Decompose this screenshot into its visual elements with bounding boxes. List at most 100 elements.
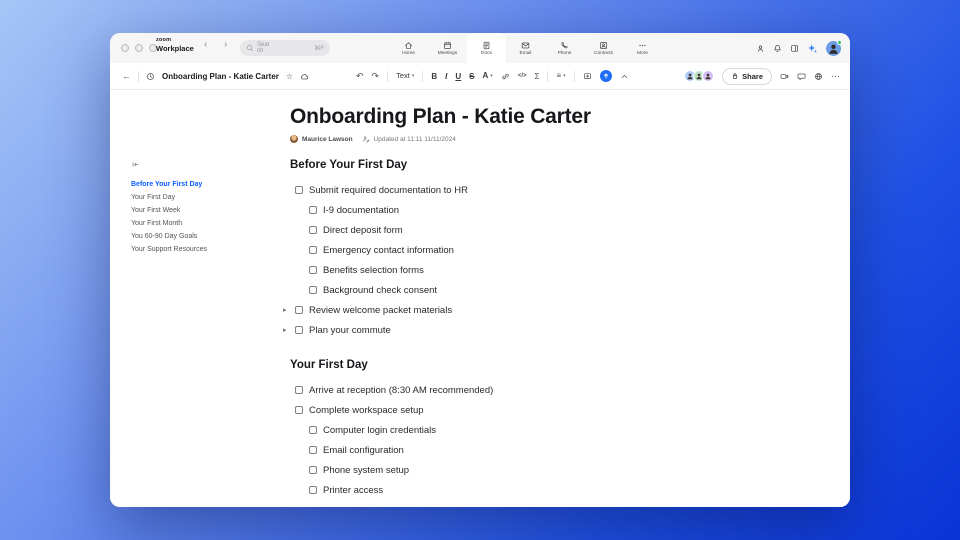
zoom-workplace-logo: zoom Workplace — [156, 37, 194, 52]
insert-link-button[interactable] — [501, 72, 510, 81]
outline-item[interactable]: Your First Month — [131, 217, 261, 230]
doc-byline: Maurice Lawson Updated at 11:11 11/11/20… — [290, 134, 630, 144]
section-heading: Before Your First Day — [290, 159, 408, 171]
block-style-dropdown[interactable]: Text ▾ — [396, 72, 414, 80]
code-block-button[interactable]: </> — [518, 73, 527, 79]
checklist-item[interactable]: Printer access — [290, 480, 630, 500]
checklist-label: Background check consent — [323, 284, 438, 296]
doc-back-button[interactable]: ← — [122, 71, 131, 81]
share-button[interactable]: Share — [722, 67, 772, 85]
doc-toolbar-title: Onboarding Plan - Katie Carter — [162, 71, 279, 81]
collapse-outline-icon[interactable] — [131, 160, 140, 169]
italic-button[interactable]: I — [445, 72, 447, 81]
checklist-item[interactable]: Background check consent — [290, 280, 630, 300]
checkbox[interactable] — [309, 486, 317, 494]
tab-docs[interactable]: Docs — [467, 33, 506, 63]
collaborator-avatar[interactable] — [702, 70, 715, 82]
outline-item[interactable]: Before Your First Day — [131, 178, 261, 191]
tab-more[interactable]: More — [623, 33, 662, 63]
close-window-button[interactable] — [121, 44, 129, 52]
author-name: Maurice Lawson — [302, 135, 353, 143]
undo-button[interactable]: ↶ — [356, 71, 364, 81]
search-shortcut: ⌘F — [314, 45, 324, 52]
checkbox[interactable] — [309, 266, 317, 274]
checkbox[interactable] — [309, 286, 317, 294]
phone-icon — [560, 41, 569, 50]
notifications-bell-icon[interactable] — [773, 44, 782, 53]
outline-item[interactable]: Your First Day — [131, 191, 261, 204]
checkbox[interactable] — [309, 246, 317, 254]
ai-companion-button[interactable] — [599, 70, 612, 82]
nav-forward-button[interactable]: › — [224, 39, 227, 50]
more-options-button[interactable]: ··· — [831, 71, 840, 81]
star-favorite-button[interactable]: ☆ — [286, 72, 293, 81]
add-comment-button[interactable] — [583, 72, 592, 81]
minimize-window-button[interactable] — [135, 44, 143, 52]
checklist-item[interactable]: Complete workspace setup — [290, 400, 630, 420]
home-icon — [404, 41, 413, 50]
tab-label: Meetings — [437, 50, 458, 56]
redo-button[interactable]: ↷ — [372, 71, 380, 81]
checkbox[interactable] — [309, 426, 317, 434]
divider — [547, 70, 549, 82]
checkbox[interactable] — [295, 306, 303, 314]
tab-contacts[interactable]: Contacts — [584, 33, 623, 63]
outline-item[interactable]: Your Support Resources — [131, 243, 261, 256]
side-panel-icon[interactable] — [790, 44, 799, 53]
doc-outline-sidebar: Before Your First Day Your First Day Your … — [131, 160, 261, 256]
underline-button[interactable]: U — [455, 72, 461, 81]
toggle-arrow-icon[interactable]: ▸ — [283, 306, 287, 314]
checkbox[interactable] — [309, 446, 317, 454]
checklist-item[interactable]: Submit required documentation to HR — [290, 180, 630, 200]
toggle-arrow-icon[interactable]: ▸ — [283, 326, 287, 334]
search-input[interactable]: Search ⌘F — [240, 40, 330, 56]
alignment-dropdown[interactable]: ≡ ▾ — [556, 72, 565, 80]
checklist-item[interactable]: I-9 documentation — [290, 200, 630, 220]
checklist-item[interactable]: Computer login credentials — [290, 420, 630, 440]
checkbox[interactable] — [309, 226, 317, 234]
profile-icon[interactable] — [756, 44, 765, 53]
text-color-dropdown[interactable]: A ▾ — [483, 72, 493, 80]
outline-item[interactable]: You 60-90 Day Goals — [131, 230, 261, 243]
tab-home[interactable]: Home — [389, 33, 428, 63]
user-avatar[interactable] — [826, 39, 842, 56]
formula-button[interactable]: Σ — [535, 72, 540, 81]
checkbox[interactable] — [295, 386, 303, 394]
nav-back-button[interactable]: ‹ — [204, 39, 207, 50]
checklist-item[interactable]: Email configuration — [290, 440, 630, 460]
bold-button[interactable]: B — [431, 72, 437, 81]
checklist-item[interactable]: Phone system setup — [290, 460, 630, 480]
checkbox[interactable] — [295, 406, 303, 414]
checklist-label: Printer access — [323, 484, 384, 496]
checklist-item[interactable]: Benefits selection forms — [290, 260, 630, 280]
outline-item[interactable]: Your First Week — [131, 204, 261, 217]
checklist-label: Arrive at reception (8:30 AM recommended… — [309, 384, 494, 396]
checkbox[interactable] — [295, 326, 303, 334]
tab-email[interactable]: Email — [506, 33, 545, 63]
checklist-item[interactable]: ▸ Plan your commute — [283, 320, 630, 340]
tab-label: Phone — [557, 50, 572, 56]
globe-language-icon[interactable] — [814, 72, 823, 81]
doc-body: Onboarding Plan - Katie Carter Maurice L… — [283, 90, 630, 500]
person-edit-icon — [362, 135, 370, 143]
checklist-label: Computer login credentials — [323, 424, 437, 436]
collapse-toolbar-button[interactable] — [620, 72, 629, 81]
version-history-icon[interactable] — [146, 72, 155, 81]
doc-content-area: Before Your First Day Your First Day Your … — [110, 90, 850, 507]
chat-icon[interactable] — [797, 72, 806, 81]
tab-meetings[interactable]: Meetings — [428, 33, 467, 63]
checkbox[interactable] — [309, 466, 317, 474]
ai-companion-sparkle-icon[interactable] — [807, 43, 818, 54]
divider — [138, 70, 139, 82]
checklist-item[interactable]: Direct deposit form — [290, 220, 630, 240]
video-call-icon[interactable] — [780, 72, 789, 81]
checkbox[interactable] — [309, 206, 317, 214]
checkbox[interactable] — [295, 186, 303, 194]
checklist-label: Benefits selection forms — [323, 264, 424, 276]
checklist-item[interactable]: Emergency contact information — [290, 240, 630, 260]
checklist-item[interactable]: ▸ Review welcome packet materials — [283, 300, 630, 320]
tab-phone[interactable]: Phone — [545, 33, 584, 63]
strikethrough-button[interactable]: S — [469, 72, 474, 81]
search-icon — [246, 44, 254, 52]
checklist-item[interactable]: Arrive at reception (8:30 AM recommended… — [290, 380, 630, 400]
